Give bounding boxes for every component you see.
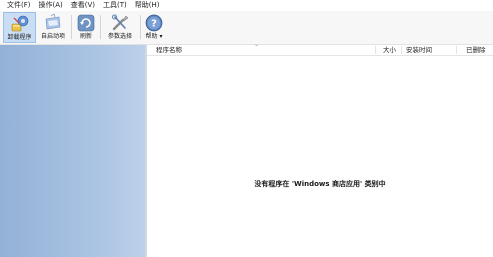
sort-indicator-icon: ⌄ (254, 41, 260, 48)
startup-items-label: 自启动项 (40, 33, 65, 40)
toolbar-separator (100, 15, 101, 39)
startup-items-button[interactable]: 自启动项 (37, 12, 69, 43)
column-divider[interactable] (401, 46, 402, 54)
column-install-time[interactable]: 安装时间 (406, 45, 432, 55)
toolbar-separator (71, 15, 72, 39)
column-size[interactable]: 大小 (383, 45, 396, 55)
help-button[interactable]: ? 帮助 ▾ (143, 12, 165, 43)
settings-label: 参数选择 (107, 33, 132, 40)
menu-tools[interactable]: 工具(T) (99, 0, 131, 11)
program-list[interactable]: ⌄ 程序名称 大小 安装时间 已删除 没有程序在 'Windows 商店应用' … (147, 41, 493, 257)
uninstall-programs-icon (11, 15, 28, 32)
help-label: 帮助 ▾ (145, 33, 163, 40)
empty-list-message: 没有程序在 'Windows 商店应用' 类别中 (254, 180, 386, 188)
startup-items-icon (45, 13, 61, 30)
menu-bar: 文件(F) 操作(A) 查看(V) 工具(T) 帮助(H) (0, 0, 493, 11)
column-divider[interactable] (456, 46, 457, 54)
refresh-icon (77, 14, 95, 32)
settings-button[interactable]: 参数选择 (103, 12, 137, 43)
menu-view[interactable]: 查看(V) (67, 0, 99, 11)
category-sidebar[interactable] (0, 45, 145, 257)
uninstall-programs-button[interactable]: 卸载程序 (3, 12, 36, 43)
menu-file[interactable]: 文件(F) (0, 0, 35, 11)
svg-text:?: ? (151, 19, 157, 30)
column-program-name[interactable]: 程序名称 (156, 45, 182, 55)
help-question-icon: ? (145, 14, 163, 32)
column-divider[interactable] (375, 46, 376, 54)
toolbar: 卸载程序 自启动项 刷新 参数选择 ? 帮助 ▾ (0, 11, 493, 45)
list-header: ⌄ 程序名称 大小 安装时间 已删除 (147, 41, 493, 56)
menu-action[interactable]: 操作(A) (35, 0, 67, 11)
column-deleted[interactable]: 已删除 (466, 45, 486, 55)
settings-tools-icon (112, 14, 129, 31)
toolbar-separator (140, 15, 141, 39)
refresh-label: 刷新 (79, 33, 92, 40)
uninstall-programs-label: 卸载程序 (7, 34, 32, 41)
menu-help[interactable]: 帮助(H) (131, 0, 164, 11)
refresh-button[interactable]: 刷新 (74, 12, 98, 43)
app-window: 文件(F) 操作(A) 查看(V) 工具(T) 帮助(H) 卸载程序 自启动项 (0, 0, 493, 257)
